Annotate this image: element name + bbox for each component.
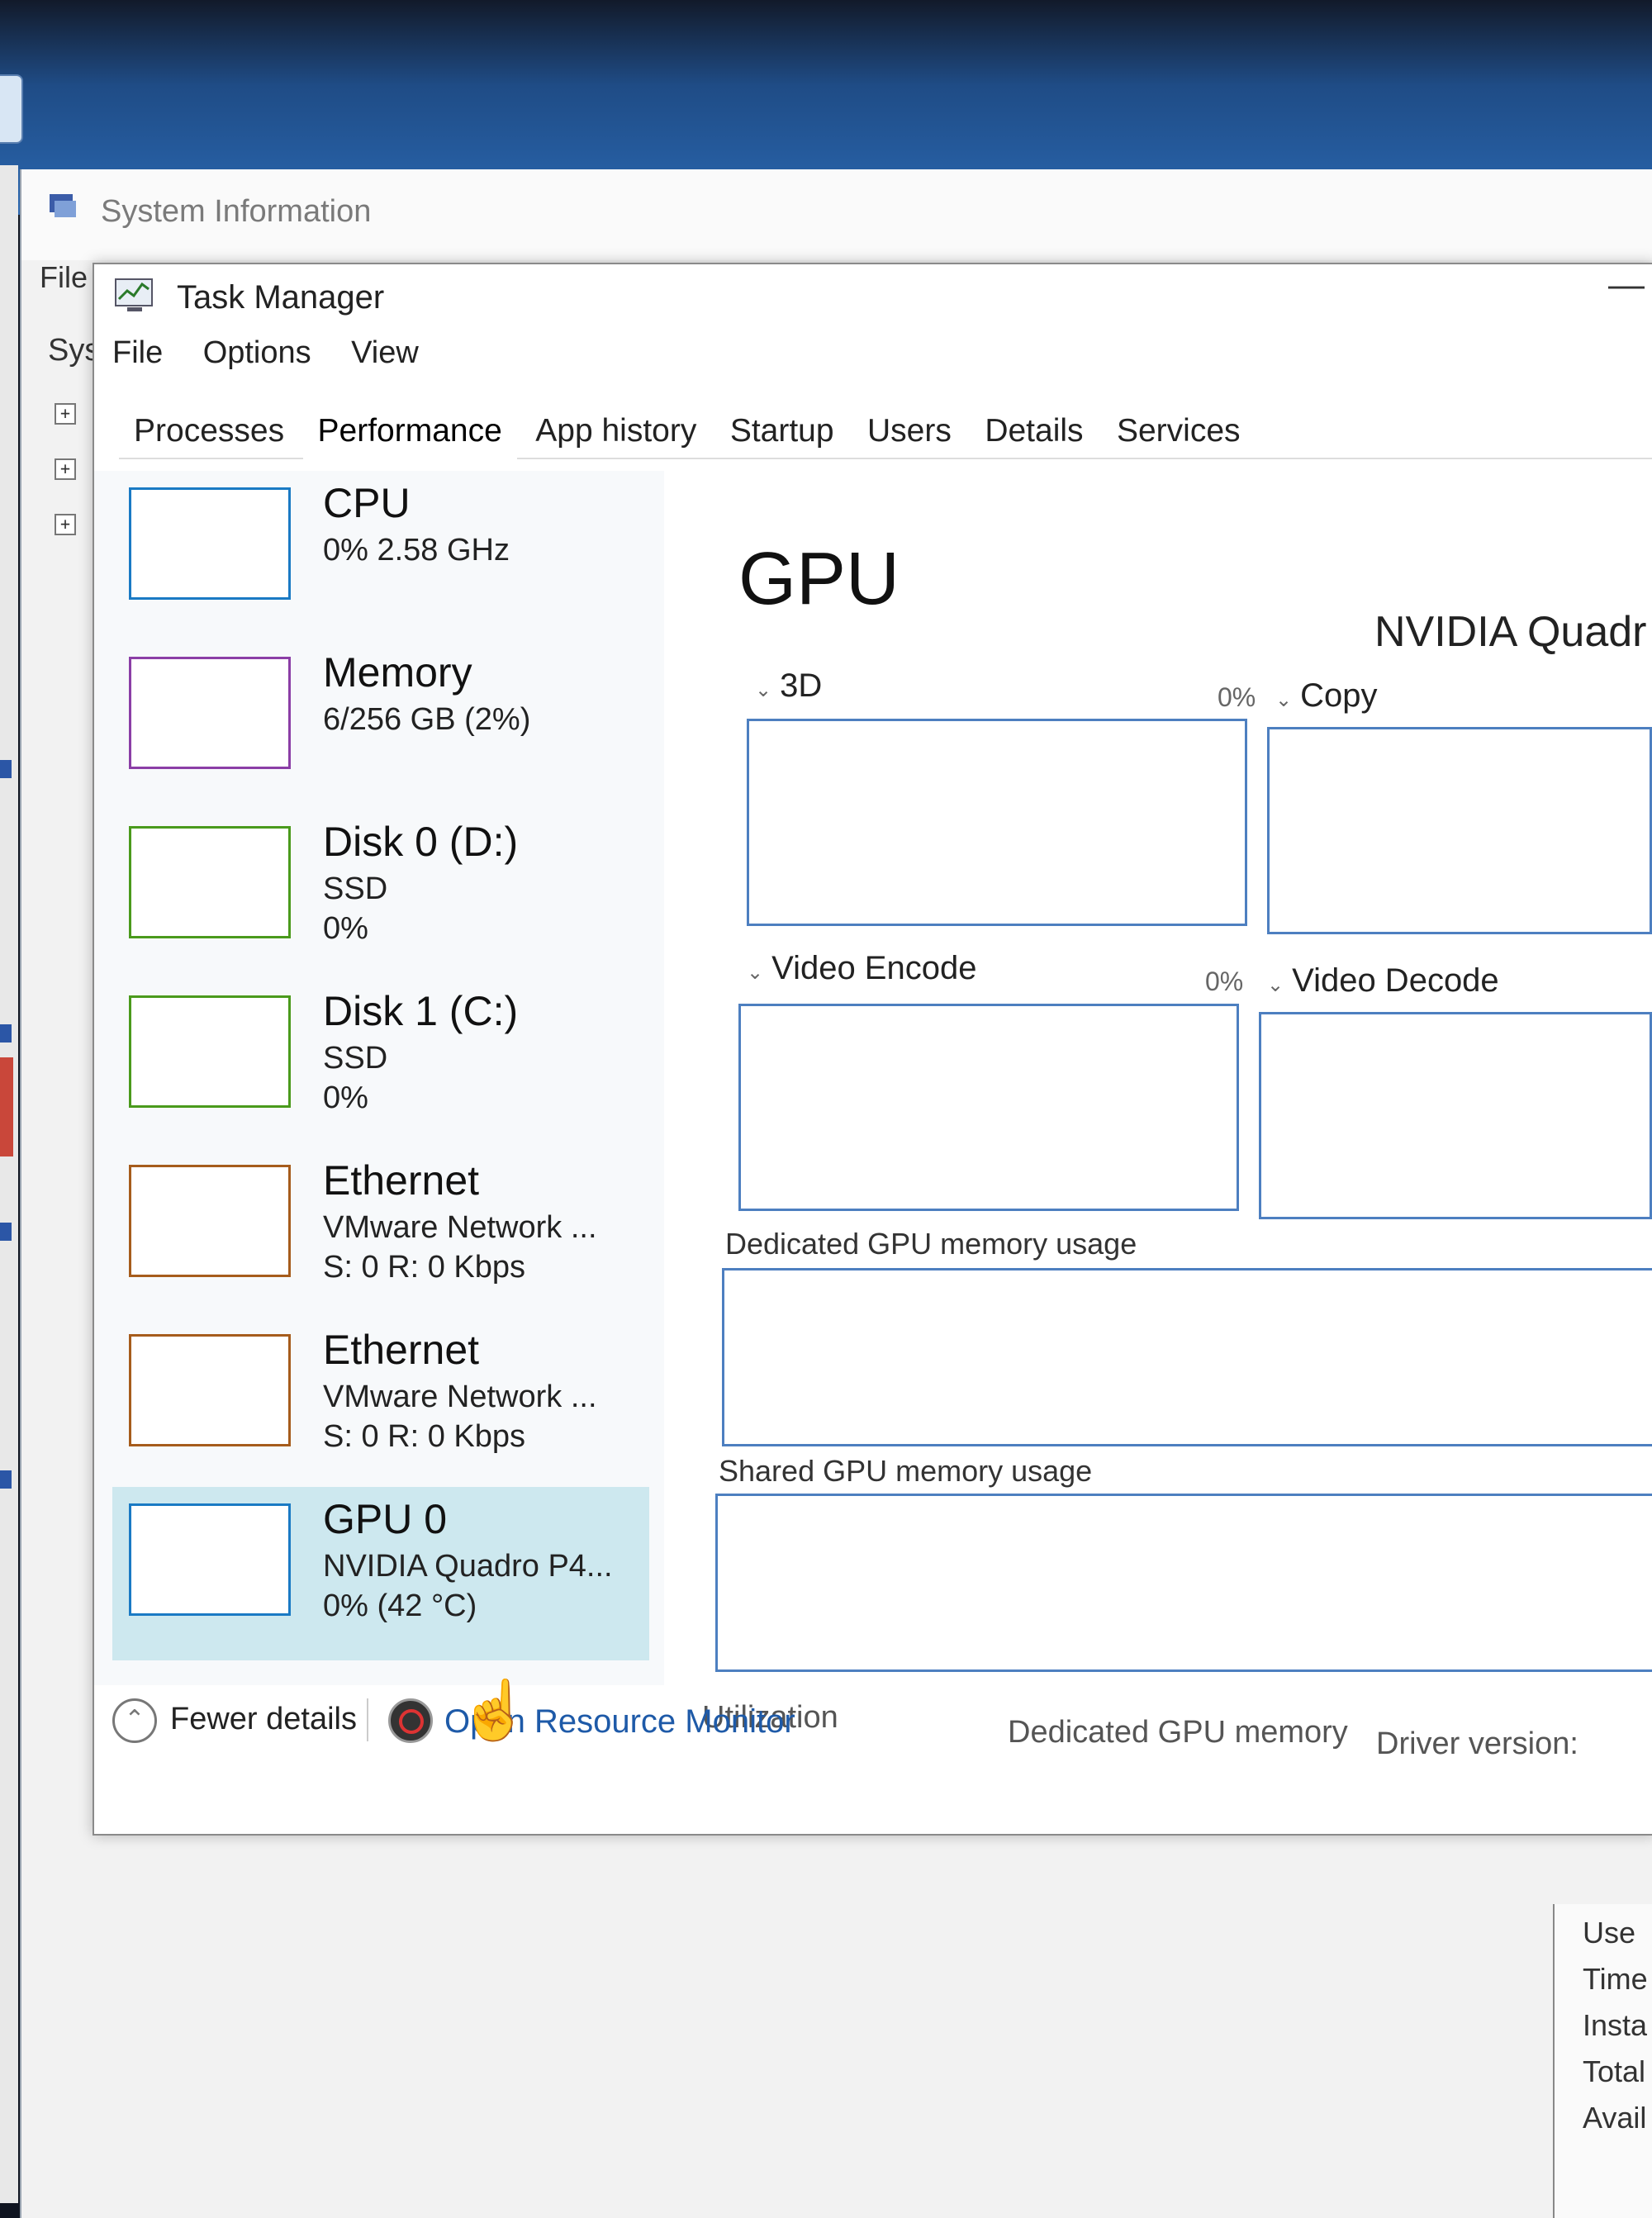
perf-item-gpu-0[interactable]: GPU 0 NVIDIA Quadro P4... 0% (42 °C) [112,1487,649,1660]
cpu-mini-graph [129,487,291,600]
summary-label: Avail [1583,2101,1647,2135]
shared-memory-graph [715,1494,1652,1672]
menu-bar: File Options View [112,335,455,382]
engine-video-encode-selector[interactable]: ⌄ Video Encode [747,950,976,987]
gpu-model-name: NVIDIA Quadr [1374,608,1647,656]
perf-item-memory[interactable]: Memory 6/256 GB (2%) [112,640,649,805]
summary-label: Time [1583,1962,1648,1996]
tab-processes[interactable]: Processes [119,405,299,458]
tree-expand-icon[interactable]: + [55,458,76,480]
tab-performance[interactable]: Performance [302,405,517,460]
tree-expand-icon[interactable]: + [55,514,76,535]
chevron-down-icon: ⌄ [1267,974,1284,996]
minimize-button[interactable]: — [1607,264,1645,314]
perf-item-disk-0[interactable]: Disk 0 (D:) SSD 0% [112,810,649,975]
engine-video-decode-selector[interactable]: ⌄ Video Decode [1267,962,1499,1000]
chevron-down-icon: ⌄ [755,679,772,701]
footer-divider [367,1698,368,1741]
sysinfo-title: System Information [101,194,372,229]
summary-label: Insta [1583,2008,1648,2042]
sysinfo-menu-file[interactable]: File [40,260,88,295]
perf-item-detail: VMware Network ... [323,1210,597,1245]
perf-item-disk-1[interactable]: Disk 1 (C:) SSD 0% [112,979,649,1144]
summary-label: Use [1583,1916,1636,1950]
menu-file[interactable]: File [112,335,163,371]
performance-resource-list: CPU 0% 2.58 GHz Memory 6/256 GB (2%) Dis… [94,471,664,1685]
tab-startup[interactable]: Startup [715,405,849,458]
tab-details[interactable]: Details [970,405,1098,458]
disk-0-mini-graph [129,826,291,938]
sysinfo-summary-panel: Use Time Insta Total Avail [1553,1904,1652,2218]
ethernet-mini-graph [129,1165,291,1277]
disk-1-mini-graph [129,995,291,1108]
fewer-details-button[interactable]: Fewer details [170,1702,357,1737]
perf-item-cpu[interactable]: CPU 0% 2.58 GHz [112,471,649,636]
perf-item-detail: 0% 2.58 GHz [323,533,510,568]
engine-video-decode-graph [1259,1012,1652,1219]
engine-copy-selector[interactable]: ⌄ Copy [1275,677,1378,715]
tree-expand-icon[interactable]: + [55,403,76,425]
ethernet-mini-graph [129,1334,291,1446]
engine-label: Video Decode [1292,962,1499,999]
perf-item-name: Disk 1 (C:) [323,988,519,1034]
tab-services[interactable]: Services [1102,405,1256,458]
tab-users[interactable]: Users [852,405,966,458]
perf-item-name: Ethernet [323,1327,480,1373]
perf-item-name: Memory [323,649,472,696]
perf-item-name: CPU [323,480,411,526]
menu-options[interactable]: Options [203,335,311,371]
engine-percentage: 0% [1218,682,1256,712]
tab-app-history[interactable]: App history [520,405,711,458]
dedicated-memory-graph [722,1268,1652,1446]
shared-memory-label: Shared GPU memory usage [719,1454,1093,1488]
engine-label: Copy [1300,677,1378,714]
task-manager-titlebar[interactable]: Task Manager — [94,264,1652,327]
engine-copy-graph [1267,727,1652,934]
engine-3d-graph [747,719,1247,926]
perf-item-ethernet-2[interactable]: Ethernet VMware Network ... S: 0 R: 0 Kb… [112,1318,649,1483]
perf-item-detail: S: 0 R: 0 Kbps [323,1250,526,1285]
sysinfo-titlebar[interactable]: System Information [21,169,1652,260]
engine-label: Video Encode [771,950,977,986]
chevron-down-icon: ⌄ [747,962,764,984]
tab-bar: Processes Performance App history Startu… [119,405,1652,460]
gpu-mini-graph [129,1503,291,1616]
dedicated-memory-label: Dedicated GPU memory usage [725,1227,1137,1261]
hand-pointer-cursor-icon: ☝ [458,1678,531,1742]
engine-percentage: 0% [1205,967,1244,996]
engine-label: 3D [780,667,823,704]
perf-item-detail: 6/256 GB (2%) [323,702,531,737]
perf-item-name: GPU 0 [323,1496,448,1542]
task-manager-window: Task Manager — File Options View Process… [93,263,1652,1836]
perf-item-detail: 0% [323,911,368,946]
resource-monitor-icon[interactable] [388,1698,433,1743]
perf-item-detail: S: 0 R: 0 Kbps [323,1419,526,1454]
task-manager-footer: ⌃ Fewer details Open Resource Monitor [94,1685,1652,1760]
desktop-icon[interactable] [0,74,23,144]
background-window-edge [0,165,18,2203]
perf-item-ethernet-1[interactable]: Ethernet VMware Network ... S: 0 R: 0 Kb… [112,1148,649,1313]
menu-view[interactable]: View [351,335,419,371]
engine-video-encode-graph [738,1004,1239,1211]
task-manager-title: Task Manager [177,279,385,316]
task-manager-icon [115,278,153,311]
chevron-down-icon: ⌄ [1275,689,1293,711]
system-information-icon [50,194,76,217]
summary-label: Total [1583,2054,1646,2088]
engine-3d-selector[interactable]: ⌄ 3D [755,667,822,705]
perf-item-detail: 0% (42 °C) [323,1589,477,1623]
chevron-up-icon[interactable]: ⌃ [112,1698,157,1743]
perf-item-detail: VMware Network ... [323,1380,597,1414]
perf-item-detail: SSD [323,872,388,906]
perf-item-detail: SSD [323,1041,388,1076]
memory-mini-graph [129,657,291,769]
gpu-heading: GPU [738,538,900,620]
perf-item-detail: NVIDIA Quadro P4... [323,1549,613,1584]
perf-item-name: Ethernet [323,1157,480,1204]
perf-item-name: Disk 0 (D:) [323,819,519,865]
perf-item-detail: 0% [323,1081,368,1115]
